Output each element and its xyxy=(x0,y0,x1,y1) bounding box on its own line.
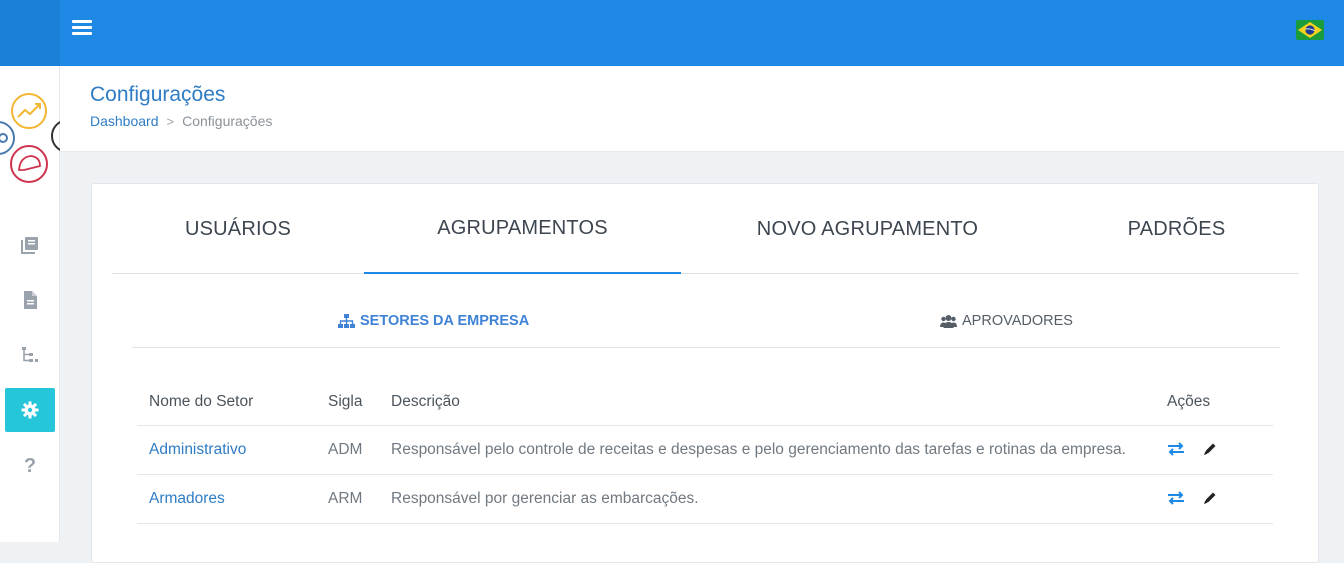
brazil-flag-icon[interactable] xyxy=(1296,20,1324,40)
table-row: Administrativo ADM Responsável pelo cont… xyxy=(137,425,1273,475)
breadcrumb: Dashboard > Configurações xyxy=(90,113,272,129)
tab-novo-agrupamento[interactable]: NOVO AGRUPAMENTO xyxy=(681,184,1054,274)
col-header-actions: Ações xyxy=(1155,379,1273,426)
sidebar-item-library[interactable] xyxy=(5,223,55,267)
edit-pencil-icon[interactable] xyxy=(1203,491,1217,505)
users-icon xyxy=(940,314,957,328)
subtab-aprovadores-label: APROVADORES xyxy=(962,313,1073,329)
hamburger-menu-icon[interactable] xyxy=(72,20,92,38)
table-row: Armadores ARM Responsável por gerenciar … xyxy=(137,474,1273,524)
transfer-icon[interactable] xyxy=(1167,491,1185,506)
help-icon: ? xyxy=(23,454,37,477)
transfer-icon[interactable] xyxy=(1167,442,1185,457)
page-title: Configurações xyxy=(90,83,226,106)
subtab-setores-label: SETORES DA EMPRESA xyxy=(360,313,530,329)
sector-sigla: ADM xyxy=(316,425,379,475)
breadcrumb-dashboard-link[interactable]: Dashboard xyxy=(90,113,159,129)
table-header-row: Nome do Setor Sigla Descrição Ações xyxy=(137,379,1273,426)
sector-description: Responsável por gerenciar as embarcações… xyxy=(379,474,1155,524)
sectors-table: Nome do Setor Sigla Descrição Ações Admi… xyxy=(137,379,1273,524)
breadcrumb-current: Configurações xyxy=(182,113,273,129)
tab-padroes[interactable]: PADRÕES xyxy=(1054,184,1299,274)
sidebar: ? xyxy=(0,66,60,542)
tab-agrupamentos[interactable]: AGRUPAMENTOS xyxy=(364,184,681,274)
main-tabs: USUÁRIOS AGRUPAMENTOS NOVO AGRUPAMENTO P… xyxy=(112,184,1299,274)
edit-pencil-icon[interactable] xyxy=(1203,442,1217,456)
row-actions xyxy=(1155,474,1273,524)
logo-area xyxy=(0,0,60,66)
gear-icon xyxy=(21,401,39,419)
tab-usuarios[interactable]: USUÁRIOS xyxy=(112,184,364,274)
sector-name-link[interactable]: Armadores xyxy=(137,474,316,524)
col-header-name: Nome do Setor xyxy=(137,379,316,426)
top-navbar xyxy=(0,0,1344,66)
col-header-sigla: Sigla xyxy=(316,379,379,426)
breadcrumb-separator: > xyxy=(166,113,175,129)
col-header-description: Descrição xyxy=(379,379,1155,426)
sector-name-link[interactable]: Administrativo xyxy=(137,425,316,475)
sidebar-item-documents[interactable] xyxy=(5,278,55,322)
page-header: Configurações Dashboard > Configurações xyxy=(60,66,1344,152)
book-stack-icon xyxy=(21,237,38,254)
document-icon xyxy=(24,291,37,309)
sector-sigla: ARM xyxy=(316,474,379,524)
sidebar-item-help[interactable]: ? xyxy=(5,444,55,488)
subtab-setores[interactable]: SETORES DA EMPRESA xyxy=(338,294,529,348)
app-logo-icons xyxy=(0,93,60,183)
sitemap-icon xyxy=(338,313,355,328)
sector-description: Responsável pelo controle de receitas e … xyxy=(379,425,1155,475)
row-actions xyxy=(1155,425,1273,475)
sub-tabs: SETORES DA EMPRESA APROVADORES xyxy=(132,294,1280,348)
sidebar-item-hierarchy[interactable] xyxy=(5,333,55,377)
sidebar-item-settings[interactable] xyxy=(5,388,55,432)
subtab-aprovadores[interactable]: APROVADORES xyxy=(940,294,1073,348)
settings-card: USUÁRIOS AGRUPAMENTOS NOVO AGRUPAMENTO P… xyxy=(91,183,1319,563)
tree-hierarchy-icon xyxy=(22,347,38,362)
